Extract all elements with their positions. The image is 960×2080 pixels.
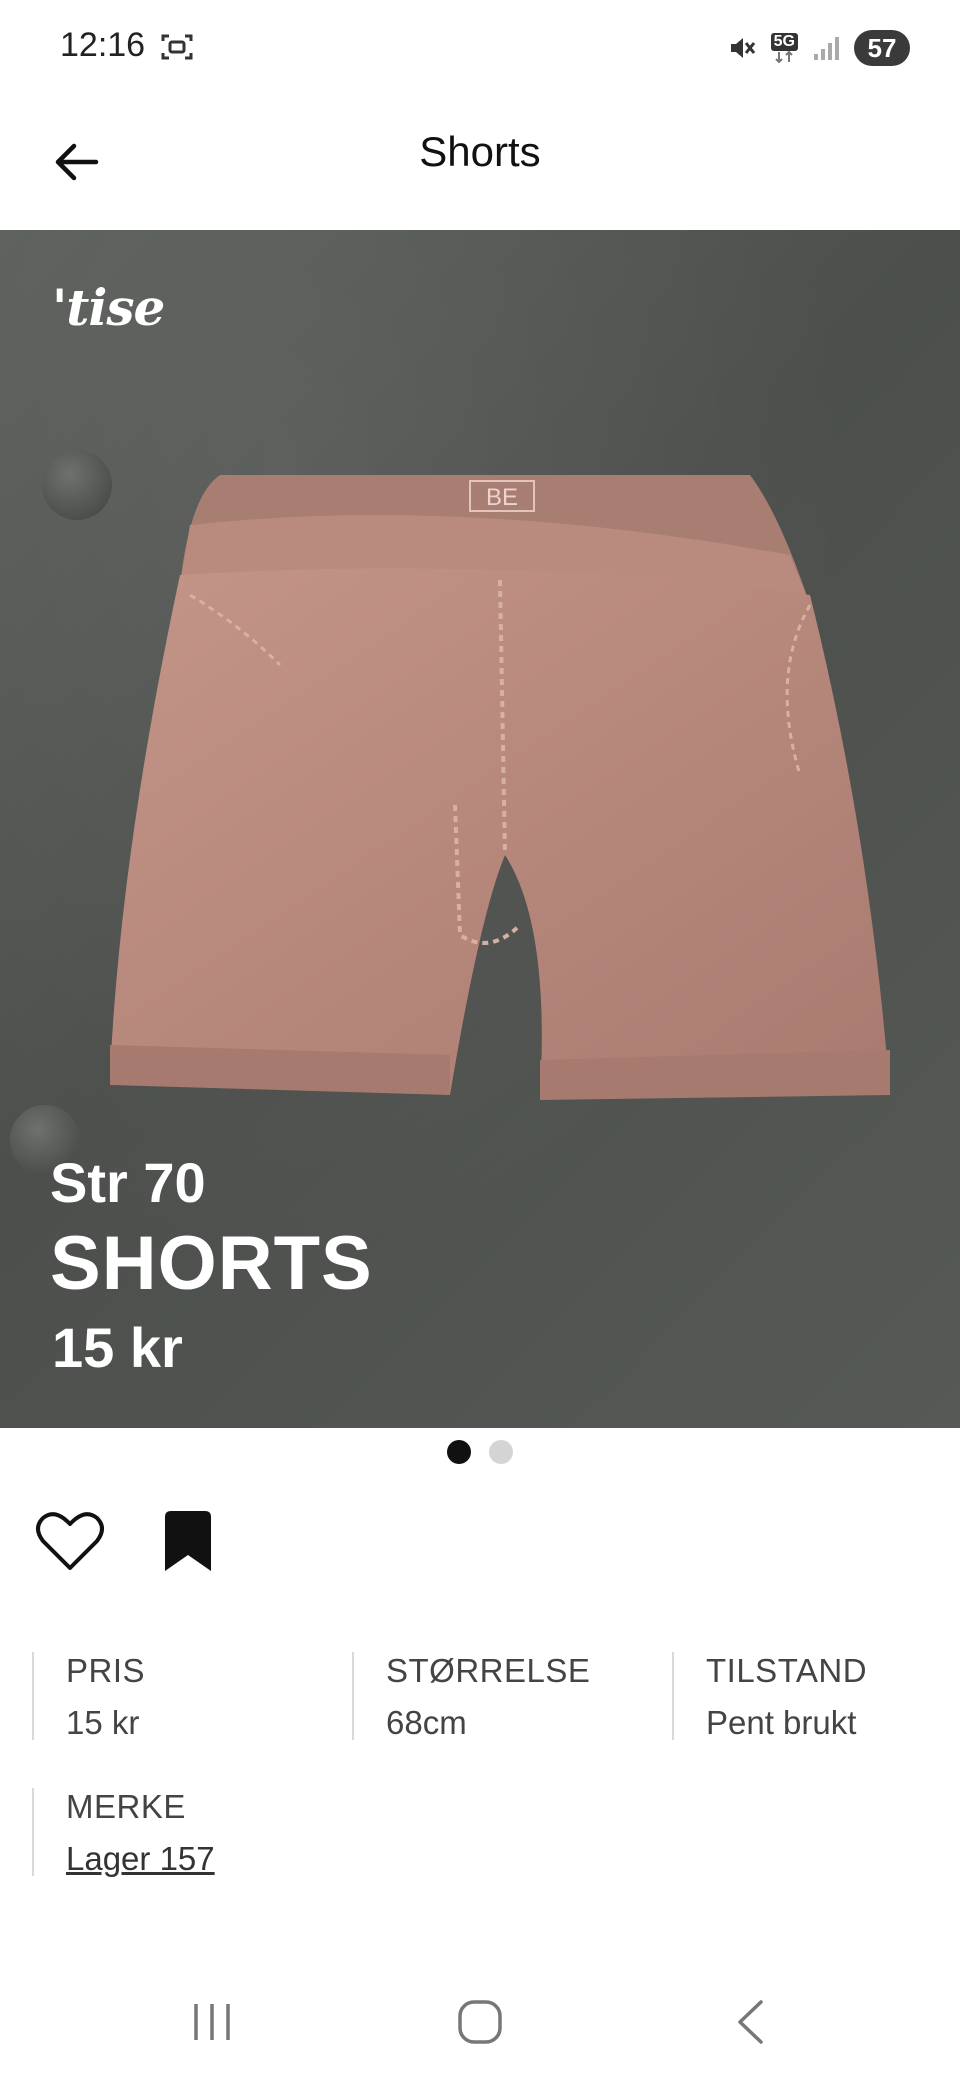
detail-label: STØRRELSE [386, 1652, 591, 1689]
status-time: 12:16 [60, 26, 146, 64]
detail-label: TILSTAND [706, 1652, 868, 1689]
system-nav-bar [0, 1960, 960, 2080]
system-back-button[interactable] [710, 1992, 790, 2052]
battery-indicator: 57 [854, 30, 910, 66]
like-button[interactable] [34, 1505, 106, 1577]
product-image[interactable]: 'tise BE Str 70 SHORTS 15 kr [0, 230, 960, 1428]
garment-brand-label: BE [486, 484, 518, 511]
mute-icon [727, 33, 757, 63]
detail-condition: TILSTAND Pent brukt [672, 1652, 868, 1741]
bookmark-icon [165, 1511, 211, 1571]
overlay-title-text: SHORTS [50, 1221, 373, 1306]
carousel-dot[interactable] [489, 1440, 513, 1464]
detail-label: MERKE [66, 1788, 186, 1825]
detail-price: PRIS 15 kr [32, 1652, 146, 1741]
shorts-photo: BE [110, 475, 890, 1100]
detail-value: 15 kr [66, 1704, 140, 1741]
page-title: Shorts [419, 128, 541, 175]
overlay-size-text: Str 70 [50, 1151, 206, 1214]
recent-apps-icon [194, 2004, 230, 2040]
carousel-dot-active[interactable] [447, 1440, 471, 1464]
home-button[interactable] [440, 1992, 520, 2052]
detail-label: PRIS [66, 1652, 146, 1689]
screen-capture-icon [160, 32, 194, 62]
detail-value: 68cm [386, 1704, 467, 1741]
save-button[interactable] [152, 1505, 224, 1577]
detail-size: STØRRELSE 68cm [352, 1652, 591, 1741]
network-label: 5G [770, 33, 798, 51]
heart-icon [36, 1512, 104, 1570]
chevron-left-icon [738, 2000, 763, 2044]
signal-icon [812, 34, 840, 62]
product-actions [34, 1505, 224, 1577]
status-bar: 12:16 5G 57 [0, 0, 960, 100]
status-indicators: 5G 57 [727, 28, 910, 68]
overlay-price-text: 15 kr [52, 1316, 183, 1379]
network-5g-icon: 5G [770, 33, 798, 63]
detail-value: Pent brukt [706, 1704, 857, 1741]
carousel-indicator [0, 1440, 960, 1464]
brand-link[interactable]: Lager 157 [66, 1840, 215, 1878]
recent-apps-button[interactable] [172, 1992, 252, 2052]
detail-brand: MERKE Lager 157 [32, 1788, 215, 1878]
couch-button-decoration [42, 450, 112, 520]
tise-logo: 'tise [52, 278, 165, 337]
home-icon [458, 2000, 502, 2044]
app-header: Shorts [0, 100, 960, 230]
